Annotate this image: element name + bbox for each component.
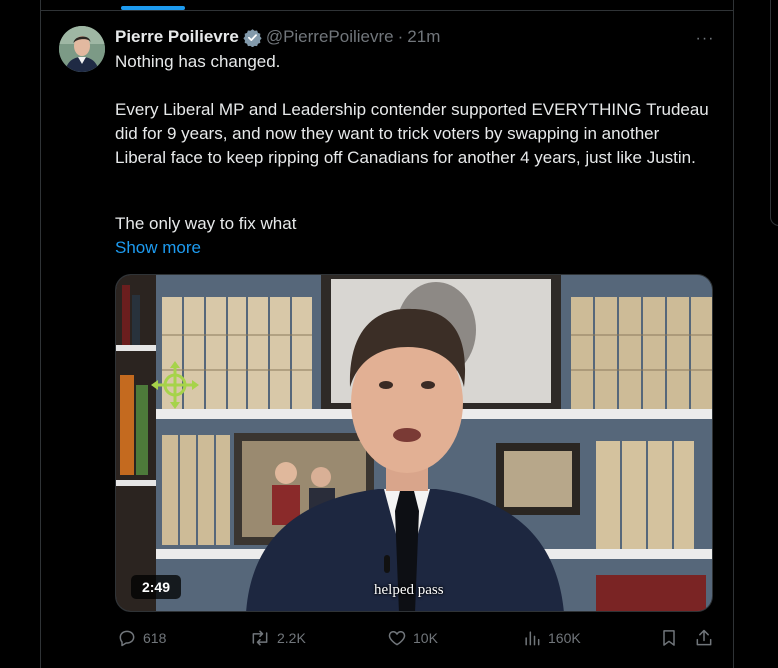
timeline-left-border	[40, 0, 41, 668]
repost-button[interactable]: 2.2K	[249, 626, 306, 650]
show-more-link[interactable]: Show more	[115, 236, 201, 260]
repost-icon	[252, 630, 268, 646]
video-frame	[116, 275, 712, 611]
like-count: 10K	[413, 630, 438, 646]
author-name[interactable]: Pierre Poilievre	[115, 27, 239, 47]
tweet-text-paragraph: Nothing has changed.	[115, 52, 281, 71]
video-caption: helped pass	[374, 582, 444, 598]
more-options-icon[interactable]: ···	[694, 28, 716, 50]
avatar[interactable]	[59, 26, 105, 72]
share-button[interactable]	[694, 626, 720, 650]
tweet-text-paragraph: Every Liberal MP and Leadership contende…	[115, 100, 709, 167]
bookmark-button[interactable]	[659, 626, 685, 650]
views-count: 160K	[548, 630, 581, 646]
views-button[interactable]: 160K	[522, 626, 581, 650]
repost-count: 2.2K	[277, 630, 306, 646]
analytics-icon	[525, 631, 540, 646]
sidebar-panel-edge	[770, 0, 778, 226]
separator-dot: ·	[397, 27, 404, 46]
active-tab-indicator	[121, 6, 185, 10]
move-cursor-icon	[150, 360, 200, 410]
reply-icon	[119, 630, 135, 647]
tweet-header: Pierre Poilievre @PierrePoilievre · 21m	[115, 26, 440, 48]
tweet-text-paragraph: The only way to fix what	[115, 214, 297, 233]
video-player[interactable]	[115, 274, 713, 612]
video-duration-badge: 2:49	[131, 575, 181, 599]
reply-count: 618	[143, 630, 167, 646]
share-icon	[696, 629, 712, 646]
author-handle[interactable]: @PierrePoilievre	[266, 27, 394, 47]
post-timestamp[interactable]: 21m	[407, 27, 440, 47]
verified-badge-icon	[243, 28, 262, 47]
like-button[interactable]: 10K	[387, 626, 438, 650]
tab-divider	[41, 10, 733, 11]
heart-icon	[388, 631, 406, 646]
bookmark-icon	[663, 630, 675, 646]
timeline-right-border	[733, 0, 734, 668]
reply-button[interactable]: 618	[117, 626, 166, 650]
avatar-image	[59, 26, 105, 72]
